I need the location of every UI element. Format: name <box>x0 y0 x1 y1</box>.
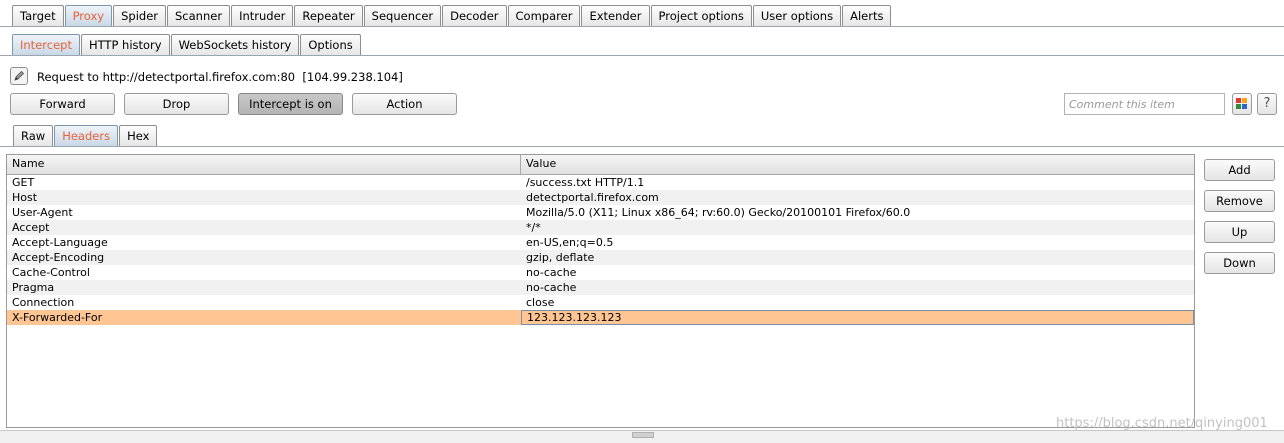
table-row[interactable]: Connection close <box>7 295 1194 310</box>
proxy-tab-websockets-history[interactable]: WebSockets history <box>170 34 300 55</box>
tab-sequencer[interactable]: Sequencer <box>363 5 442 26</box>
header-value-cell[interactable]: /success.txt HTTP/1.1 <box>521 175 1194 190</box>
tab-decoder[interactable]: Decoder <box>442 5 507 26</box>
action-button[interactable]: Action <box>352 93 457 115</box>
header-value-cell[interactable]: Mozilla/5.0 (X11; Linux x86_64; rv:60.0)… <box>521 205 1194 220</box>
header-value-cell[interactable]: 123.123.123.123 <box>521 310 1194 325</box>
tab-scanner[interactable]: Scanner <box>167 5 231 26</box>
request-target-label: Request to http://detectportal.firefox.c… <box>37 70 403 84</box>
header-value-cell[interactable]: en-US,en;q=0.5 <box>521 235 1194 250</box>
main-tab-divider <box>0 26 1284 27</box>
proxy-tab-divider <box>0 55 1284 56</box>
message-tab-bar: Raw Headers Hex <box>0 125 1284 146</box>
drop-button[interactable]: Drop <box>124 93 229 115</box>
tab-proxy[interactable]: Proxy <box>64 5 113 26</box>
highlight-color-button[interactable] <box>1232 93 1252 115</box>
header-name-cell[interactable]: Connection <box>7 295 521 310</box>
header-name-cell[interactable]: User-Agent <box>7 205 521 220</box>
table-row[interactable]: Cache-Control no-cache <box>7 265 1194 280</box>
move-down-button[interactable]: Down <box>1204 252 1275 274</box>
forward-button[interactable]: Forward <box>10 93 115 115</box>
header-value-cell[interactable]: no-cache <box>521 280 1194 295</box>
table-row[interactable]: User-Agent Mozilla/5.0 (X11; Linux x86_64… <box>7 205 1194 220</box>
tab-spider[interactable]: Spider <box>113 5 166 26</box>
table-row[interactable]: Accept */* <box>7 220 1194 235</box>
header-name-cell[interactable]: Accept <box>7 220 521 235</box>
header-value-cell[interactable]: close <box>521 295 1194 310</box>
proxy-tab-bar: Intercept HTTP history WebSockets history O… <box>0 34 1284 55</box>
help-icon: ? <box>1263 96 1271 111</box>
table-row[interactable]: Accept-Encoding gzip, deflate <box>7 250 1194 265</box>
tab-alerts[interactable]: Alerts <box>842 5 892 26</box>
tab-repeater[interactable]: Repeater <box>294 5 363 26</box>
tab-intruder[interactable]: Intruder <box>231 5 294 26</box>
header-value-cell[interactable]: gzip, deflate <box>521 250 1194 265</box>
tab-target[interactable]: Target <box>12 5 64 26</box>
message-tab-raw[interactable]: Raw <box>13 125 54 146</box>
headers-table: Name Value GET/success.txt HTTP/1.1 Host d… <box>6 154 1195 428</box>
header-name-cell[interactable]: GET <box>7 175 521 190</box>
help-button[interactable]: ? <box>1257 93 1277 115</box>
header-value-cell[interactable]: detectportal.firefox.com <box>521 190 1194 205</box>
header-value-cell[interactable]: */* <box>521 220 1194 235</box>
column-header-value[interactable]: Value <box>521 155 1194 174</box>
watermark-text: https://blog.csdn.net/qinying001 <box>1056 416 1268 431</box>
headers-table-body: GET/success.txt HTTP/1.1 Host detectportal… <box>7 175 1194 325</box>
intercept-toggle-button[interactable]: Intercept is on <box>238 93 343 115</box>
panel-splitter-handle[interactable] <box>632 432 654 438</box>
tab-comparer[interactable]: Comparer <box>507 5 581 26</box>
message-tab-headers[interactable]: Headers <box>54 125 119 146</box>
remove-header-button[interactable]: Remove <box>1204 190 1275 212</box>
add-header-button[interactable]: Add <box>1204 159 1275 181</box>
header-name-cell[interactable]: X-Forwarded-For <box>7 310 521 325</box>
table-row[interactable]: GET/success.txt HTTP/1.1 <box>7 175 1194 190</box>
tab-user-options[interactable]: User options <box>752 5 842 26</box>
table-row[interactable]: X-Forwarded-For 123.123.123.123 <box>7 310 1194 325</box>
message-tab-divider <box>0 146 1284 147</box>
table-row[interactable]: Accept-Language en-US,en;q=0.5 <box>7 235 1194 250</box>
header-value-cell[interactable]: no-cache <box>521 265 1194 280</box>
proxy-tab-intercept[interactable]: Intercept <box>12 34 80 55</box>
move-up-button[interactable]: Up <box>1204 221 1275 243</box>
header-name-cell[interactable]: Host <box>7 190 521 205</box>
proxy-tab-options[interactable]: Options <box>300 34 361 55</box>
proxy-tab-http-history[interactable]: HTTP history <box>80 34 170 55</box>
headers-table-header: Name Value <box>7 155 1194 175</box>
column-header-name[interactable]: Name <box>7 155 521 174</box>
header-name-cell[interactable]: Pragma <box>7 280 521 295</box>
message-tab-hex[interactable]: Hex <box>119 125 158 146</box>
tab-project-options[interactable]: Project options <box>650 5 752 26</box>
tab-extender[interactable]: Extender <box>581 5 650 26</box>
color-grid-icon <box>1236 98 1247 109</box>
header-name-cell[interactable]: Accept-Encoding <box>7 250 521 265</box>
header-name-cell[interactable]: Accept-Language <box>7 235 521 250</box>
table-row[interactable]: Host detectportal.firefox.com <box>7 190 1194 205</box>
table-row[interactable]: Pragma no-cache <box>7 280 1194 295</box>
comment-input[interactable] <box>1064 93 1225 115</box>
main-tab-bar: Target Proxy Spider Scanner Intruder Repeater… <box>0 5 1284 26</box>
edit-pencil-icon[interactable] <box>10 67 28 85</box>
header-name-cell[interactable]: Cache-Control <box>7 265 521 280</box>
